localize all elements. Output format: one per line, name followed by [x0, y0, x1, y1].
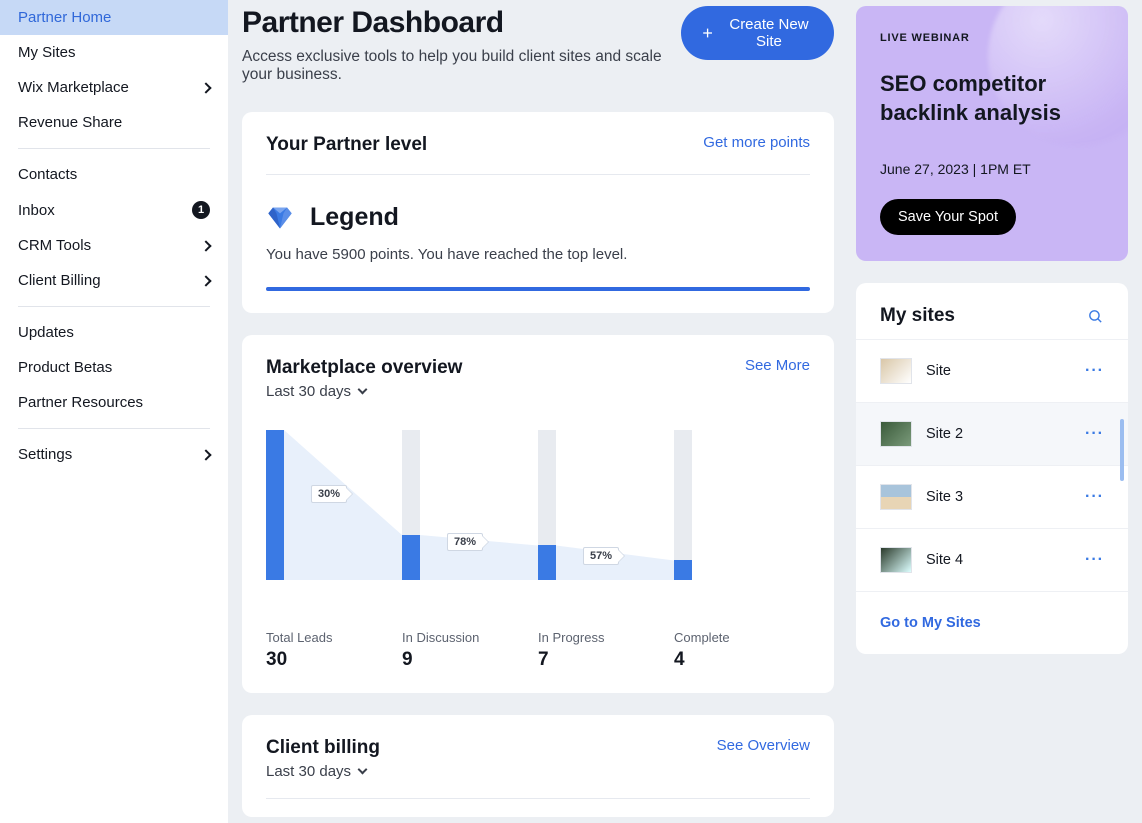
sidebar-divider	[18, 428, 210, 429]
site-name: Site 2	[926, 426, 1071, 442]
marketplace-title: Marketplace overview	[266, 357, 462, 379]
chevron-down-icon	[358, 765, 368, 775]
inbox-badge: 1	[192, 201, 210, 219]
site-row[interactable]: Site ···	[856, 339, 1128, 402]
sidebar: Partner Home My Sites Wix Marketplace Re…	[0, 0, 228, 823]
partner-level-name: Legend	[310, 203, 399, 232]
more-actions-icon[interactable]: ···	[1085, 551, 1104, 569]
page-header: Partner Dashboard Access exclusive tools…	[242, 6, 834, 84]
funnel-stage-value: 30	[266, 649, 402, 671]
go-to-my-sites-link[interactable]: Go to My Sites	[880, 615, 981, 631]
more-actions-icon[interactable]: ···	[1085, 425, 1104, 443]
funnel-stage-label: In Discussion	[402, 630, 538, 645]
save-your-spot-button[interactable]: Save Your Spot	[880, 199, 1016, 235]
see-more-link[interactable]: See More	[745, 357, 810, 374]
funnel-stage-value: 4	[674, 649, 810, 671]
chevron-right-icon	[200, 275, 211, 286]
sidebar-divider	[18, 306, 210, 307]
create-new-site-button[interactable]: Create New Site	[681, 6, 834, 60]
site-thumbnail	[880, 547, 912, 573]
sidebar-item-partner-home[interactable]: Partner Home	[0, 0, 228, 35]
partner-level-description: You have 5900 points. You have reached t…	[266, 246, 810, 263]
webinar-eyebrow: LIVE WEBINAR	[880, 32, 1104, 44]
diamond-icon	[266, 204, 294, 232]
sidebar-item-revenue-share[interactable]: Revenue Share	[0, 105, 228, 140]
sidebar-item-inbox[interactable]: Inbox1	[0, 192, 228, 228]
more-actions-icon[interactable]: ···	[1085, 488, 1104, 506]
chevron-right-icon	[200, 449, 211, 460]
main-content: Partner Dashboard Access exclusive tools…	[228, 0, 1142, 823]
client-billing-period-dropdown[interactable]: Last 30 days	[266, 763, 380, 780]
search-icon[interactable]	[1087, 308, 1104, 325]
conversion-tag: 57%	[583, 547, 619, 565]
site-row[interactable]: Site 4 ···	[856, 528, 1128, 591]
partner-level-title: Your Partner level	[266, 134, 427, 156]
partner-level-card: Your Partner level Get more points Legen…	[242, 112, 834, 313]
funnel-stage-value: 7	[538, 649, 674, 671]
site-thumbnail	[880, 484, 912, 510]
get-more-points-link[interactable]: Get more points	[703, 134, 810, 151]
site-thumbnail	[880, 421, 912, 447]
page-title: Partner Dashboard	[242, 6, 681, 40]
funnel-stage-label: Total Leads	[266, 630, 402, 645]
marketplace-funnel-chart: 30% 78% 57%	[266, 430, 810, 620]
sidebar-item-settings[interactable]: Settings	[0, 437, 228, 472]
chevron-right-icon	[200, 82, 211, 93]
sidebar-item-updates[interactable]: Updates	[0, 315, 228, 350]
marketplace-overview-card: Marketplace overview Last 30 days See Mo…	[242, 335, 834, 693]
site-row[interactable]: Site 3 ···	[856, 465, 1128, 528]
my-sites-title: My sites	[880, 305, 955, 327]
webinar-title: SEO competitor backlink analysis	[880, 70, 1104, 127]
marketplace-period-dropdown[interactable]: Last 30 days	[266, 383, 462, 400]
sidebar-item-my-sites[interactable]: My Sites	[0, 35, 228, 70]
site-name: Site	[926, 363, 1071, 379]
site-name: Site 4	[926, 552, 1071, 568]
plus-icon	[701, 25, 714, 41]
page-subtitle: Access exclusive tools to help you build…	[242, 48, 681, 84]
client-billing-title: Client billing	[266, 737, 380, 759]
more-actions-icon[interactable]: ···	[1085, 362, 1104, 380]
funnel-stage-label: In Progress	[538, 630, 674, 645]
sidebar-item-contacts[interactable]: Contacts	[0, 157, 228, 192]
sidebar-item-wix-marketplace[interactable]: Wix Marketplace	[0, 70, 228, 105]
client-billing-card: Client billing Last 30 days See Overview	[242, 715, 834, 817]
conversion-tag: 30%	[311, 485, 347, 503]
site-name: Site 3	[926, 489, 1071, 505]
site-thumbnail	[880, 358, 912, 384]
my-sites-card: My sites Site ··· Site 2 ··· Site 3 ··· …	[856, 283, 1128, 654]
webinar-promo-card: LIVE WEBINAR SEO competitor backlink ana…	[856, 6, 1128, 261]
partner-level-progress-bar	[266, 287, 810, 291]
chevron-right-icon	[200, 240, 211, 251]
scroll-indicator[interactable]	[1120, 419, 1124, 481]
sidebar-item-product-betas[interactable]: Product Betas	[0, 350, 228, 385]
webinar-date: June 27, 2023 | 1PM ET	[880, 161, 1104, 177]
funnel-stage-value: 9	[402, 649, 538, 671]
conversion-tag: 78%	[447, 533, 483, 551]
sidebar-item-client-billing[interactable]: Client Billing	[0, 263, 228, 298]
see-overview-link[interactable]: See Overview	[717, 737, 810, 754]
site-row[interactable]: Site 2 ···	[856, 402, 1128, 465]
funnel-stage-label: Complete	[674, 630, 810, 645]
sidebar-divider	[18, 148, 210, 149]
sidebar-item-partner-resources[interactable]: Partner Resources	[0, 385, 228, 420]
chevron-down-icon	[358, 385, 368, 395]
sidebar-item-crm-tools[interactable]: CRM Tools	[0, 228, 228, 263]
